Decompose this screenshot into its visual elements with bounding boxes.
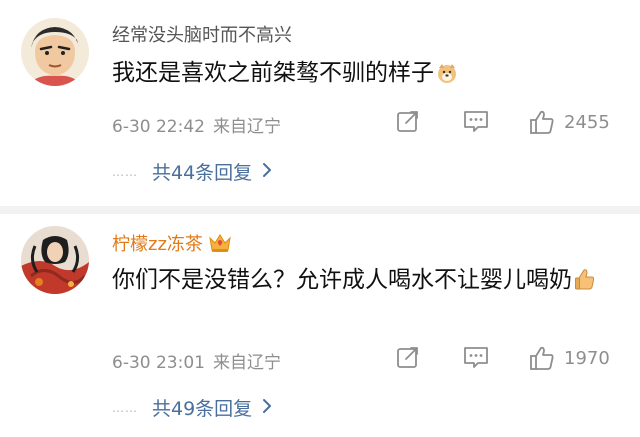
- comment-divider: [0, 206, 640, 214]
- thumbs-up-icon: [530, 346, 554, 370]
- comment-icon: [464, 347, 488, 368]
- view-replies-link[interactable]: 共49条回复: [152, 394, 252, 421]
- view-replies-link[interactable]: 共44条回复: [152, 158, 252, 185]
- like-button[interactable]: 1970: [528, 344, 610, 372]
- comment-date: 6-30 22:42: [112, 117, 205, 137]
- comment-item: 柠檬zz冻茶 你们不是没错么？允许成人喝水不让婴儿喝奶 6-30 23:01 来自…: [0, 214, 640, 437]
- like-button[interactable]: 2455: [528, 108, 610, 136]
- comment-date: 6-30 23:01: [112, 353, 205, 373]
- reply-dots: ……: [112, 164, 138, 179]
- comment-location: 来自辽宁: [212, 117, 281, 137]
- username[interactable]: 经常没头脑时而不高兴: [112, 21, 292, 47]
- thumbs-up-icon: [530, 110, 554, 134]
- comment-text-body: 你们不是没错么？允许成人喝水不让婴儿喝奶: [112, 267, 572, 293]
- comment-icon: [464, 111, 488, 132]
- chevron-right-icon[interactable]: [262, 398, 272, 418]
- username: 柠檬zz冻茶: [112, 230, 233, 259]
- reply-dots: ……: [112, 400, 138, 415]
- comment-text: 你们不是没错么？允许成人喝水不让婴儿喝奶: [112, 262, 612, 303]
- comment-meta: 6-30 23:01 来自辽宁: [112, 348, 281, 373]
- share-button[interactable]: [395, 344, 421, 370]
- like-count: 1970: [564, 347, 610, 369]
- replies-row: …… 共44条回复: [112, 158, 272, 185]
- comment-button[interactable]: [462, 108, 490, 134]
- username-text[interactable]: 柠檬zz冻茶: [112, 234, 203, 255]
- comment-text-body: 我还是喜欢之前桀骜不驯的样子: [112, 60, 434, 86]
- share-icon: [397, 347, 418, 368]
- like-count: 2455: [564, 111, 610, 133]
- doge-emoji-icon: [436, 59, 458, 96]
- comment-text: 我还是喜欢之前桀骜不驯的样子: [112, 55, 612, 96]
- share-icon: [397, 111, 418, 132]
- comment-location: 来自辽宁: [212, 353, 281, 373]
- avatar[interactable]: [21, 18, 89, 86]
- avatar[interactable]: [21, 226, 89, 294]
- comment-item: 经常没头脑时而不高兴 我还是喜欢之前桀骜不驯的样子 6-30 22:42 来自辽宁: [0, 0, 640, 206]
- replies-row: …… 共49条回复: [112, 394, 272, 421]
- share-button[interactable]: [395, 108, 421, 134]
- comment-button[interactable]: [462, 344, 490, 370]
- chevron-right-icon[interactable]: [262, 162, 272, 182]
- vip-crown-badge-icon: [207, 232, 233, 259]
- thumbs-up-emoji-icon: [574, 266, 596, 303]
- comment-meta: 6-30 22:42 来自辽宁: [112, 112, 281, 137]
